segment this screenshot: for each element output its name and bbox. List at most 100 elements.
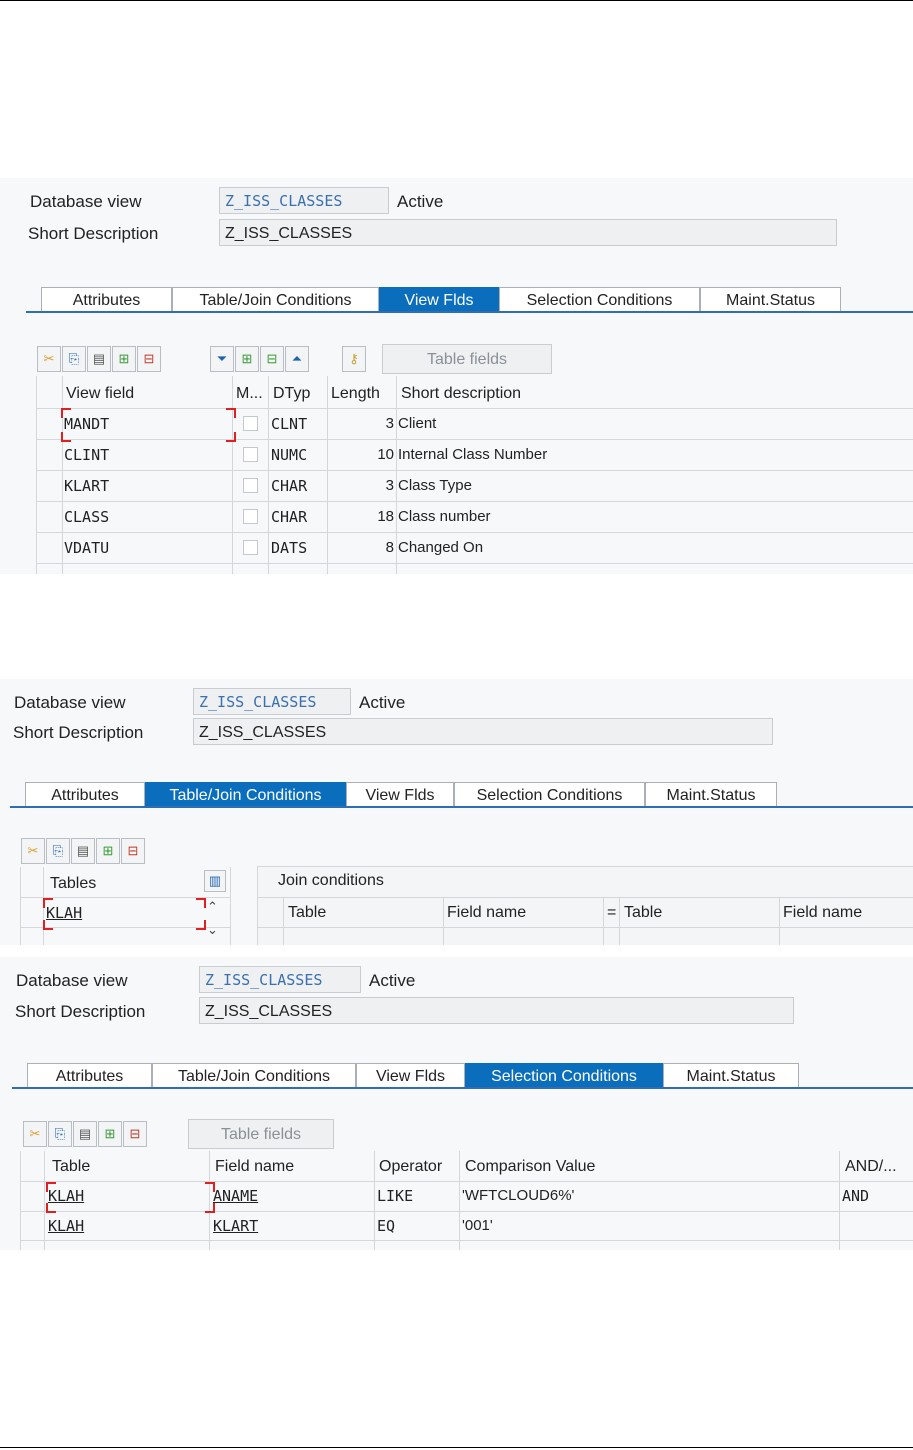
focus-corner bbox=[196, 898, 206, 908]
grid-line bbox=[36, 408, 913, 409]
focus-corner bbox=[43, 920, 53, 930]
paste-icon[interactable]: ▤ bbox=[87, 346, 111, 372]
paste-icon[interactable]: ▤ bbox=[71, 838, 95, 864]
tab-table-join-conditions[interactable]: Table/Join Conditions bbox=[172, 287, 379, 312]
col-header-view-field: View field bbox=[66, 385, 135, 402]
paste-icon[interactable]: ▤ bbox=[73, 1121, 97, 1147]
grid-line bbox=[230, 867, 231, 945]
length-cell: 3 bbox=[385, 477, 394, 494]
grid-line bbox=[36, 470, 913, 471]
scroll-up-icon[interactable]: ⌃ bbox=[207, 899, 218, 915]
dtyp-cell: CLNT bbox=[271, 415, 308, 433]
tab-view-fields[interactable]: View Flds bbox=[346, 782, 454, 807]
database-view-field[interactable]: Z_ISS_CLASSES bbox=[193, 688, 351, 715]
short-desc-cell: Class Type bbox=[398, 477, 472, 494]
insert-row-icon[interactable]: ⊞ bbox=[112, 346, 136, 372]
tab-maint-status[interactable]: Maint.Status bbox=[663, 1063, 799, 1088]
cut-icon[interactable]: ✂ bbox=[21, 838, 45, 864]
sort-up-icon[interactable]: ⏶ bbox=[285, 346, 309, 372]
short-description-field[interactable]: Z_ISS_CLASSES bbox=[219, 219, 837, 246]
dtyp-cell: CHAR bbox=[271, 508, 308, 526]
view-field-cell[interactable]: CLASS bbox=[64, 502, 109, 532]
table-cell[interactable]: KLAH bbox=[48, 1181, 84, 1211]
grid-line bbox=[603, 897, 604, 945]
database-view-label: Database view bbox=[14, 693, 126, 712]
key-icon[interactable]: ⚷ bbox=[342, 346, 366, 372]
view-field-cell[interactable]: MANDT bbox=[64, 409, 109, 439]
mandatory-checkbox[interactable] bbox=[243, 416, 258, 431]
operator-cell[interactable]: LIKE bbox=[377, 1181, 413, 1211]
insert-row-icon[interactable]: ⊞ bbox=[98, 1121, 122, 1147]
tab-attributes[interactable]: Attributes bbox=[41, 287, 172, 312]
tables-header: Tables bbox=[50, 875, 97, 892]
col-header-and-or: AND/... bbox=[845, 1158, 897, 1175]
tab-table-join-conditions[interactable]: Table/Join Conditions bbox=[152, 1063, 356, 1088]
tab-maint-status[interactable]: Maint.Status bbox=[645, 782, 777, 807]
insert-row-icon[interactable]: ⊞ bbox=[96, 838, 120, 864]
grid-line bbox=[283, 897, 284, 945]
join-col-table: Table bbox=[288, 904, 327, 921]
tab-attributes[interactable]: Attributes bbox=[27, 1063, 152, 1088]
grid-line bbox=[232, 376, 233, 574]
join-col-field-name-2: Field name bbox=[783, 904, 863, 921]
scroll-down-icon[interactable]: ⌄ bbox=[207, 922, 218, 938]
comparison-value-cell[interactable]: '001' bbox=[462, 1211, 493, 1241]
dtyp-cell: DATS bbox=[271, 539, 308, 557]
copy-icon[interactable]: ⎘ bbox=[46, 838, 70, 864]
copy-icon[interactable]: ⎘ bbox=[48, 1121, 72, 1147]
tab-maint-status[interactable]: Maint.Status bbox=[700, 287, 841, 312]
tab-selection-conditions[interactable]: Selection Conditions bbox=[465, 1063, 663, 1088]
screenshot-table-join-conditions: Database view Z_ISS_CLASSES Active Short… bbox=[0, 679, 913, 945]
table-fields-button[interactable]: Table fields bbox=[382, 344, 552, 374]
mandatory-checkbox[interactable] bbox=[243, 509, 258, 524]
short-description-label: Short Description bbox=[28, 224, 159, 243]
short-description-label: Short Description bbox=[13, 723, 144, 742]
grid-line bbox=[374, 1151, 375, 1250]
cut-icon[interactable]: ✂ bbox=[23, 1121, 47, 1147]
delete-row-icon[interactable]: ⊟ bbox=[121, 838, 145, 864]
tab-view-fields[interactable]: View Flds bbox=[356, 1063, 465, 1088]
dtyp-cell: CHAR bbox=[271, 477, 308, 495]
col-header-comparison-value: Comparison Value bbox=[465, 1158, 596, 1175]
view-field-cell[interactable]: VDATU bbox=[64, 533, 109, 563]
screenshot-view-fields: Database view Z_ISS_CLASSES Active Short… bbox=[0, 178, 913, 574]
mandatory-checkbox[interactable] bbox=[243, 478, 258, 493]
col-header-m: M... bbox=[236, 385, 263, 402]
collapse-icon[interactable]: ⊟ bbox=[260, 346, 284, 372]
col-header-field-name: Field name bbox=[215, 1158, 295, 1175]
col-header-operator: Operator bbox=[379, 1158, 443, 1175]
short-desc-cell: Client bbox=[398, 415, 437, 432]
col-header-dtyp: DTyp bbox=[273, 385, 311, 402]
field-name-cell[interactable]: KLART bbox=[213, 1211, 258, 1241]
database-view-field[interactable]: Z_ISS_CLASSES bbox=[199, 966, 361, 993]
dtyp-cell: NUMC bbox=[271, 446, 308, 464]
field-name-cell[interactable]: ANAME bbox=[213, 1181, 258, 1211]
mandatory-checkbox[interactable] bbox=[243, 447, 258, 462]
view-field-cell[interactable]: KLART bbox=[64, 471, 109, 501]
delete-row-icon[interactable]: ⊟ bbox=[123, 1121, 147, 1147]
copy-icon[interactable]: ⎘ bbox=[62, 346, 86, 372]
tab-attributes[interactable]: Attributes bbox=[25, 782, 145, 807]
delete-row-icon[interactable]: ⊟ bbox=[137, 346, 161, 372]
expand-icon[interactable]: ⊞ bbox=[235, 346, 259, 372]
length-cell: 3 bbox=[385, 415, 394, 432]
view-field-cell[interactable]: CLINT bbox=[64, 440, 109, 470]
column-layout-icon[interactable]: ▥ bbox=[204, 870, 226, 892]
grid-line bbox=[396, 376, 397, 574]
short-description-field[interactable]: Z_ISS_CLASSES bbox=[193, 718, 773, 745]
short-description-field[interactable]: Z_ISS_CLASSES bbox=[199, 997, 794, 1024]
comparison-value-cell[interactable]: 'WFTCLOUD6%' bbox=[462, 1181, 574, 1211]
filter-icon[interactable]: ⏷ bbox=[210, 346, 234, 372]
operator-cell[interactable]: EQ bbox=[377, 1211, 395, 1241]
mandatory-checkbox[interactable] bbox=[243, 540, 258, 555]
and-or-cell[interactable]: AND bbox=[842, 1181, 869, 1211]
table-cell[interactable]: KLAH bbox=[48, 1211, 84, 1241]
tab-view-fields[interactable]: View Flds bbox=[379, 287, 499, 312]
cut-icon[interactable]: ✂ bbox=[37, 346, 61, 372]
tab-selection-conditions[interactable]: Selection Conditions bbox=[454, 782, 645, 807]
database-view-field[interactable]: Z_ISS_CLASSES bbox=[219, 187, 389, 214]
tab-selection-conditions[interactable]: Selection Conditions bbox=[499, 287, 700, 312]
table-fields-button[interactable]: Table fields bbox=[188, 1119, 334, 1149]
tab-table-join-conditions[interactable]: Table/Join Conditions bbox=[145, 782, 346, 807]
grid-line bbox=[44, 1151, 45, 1250]
